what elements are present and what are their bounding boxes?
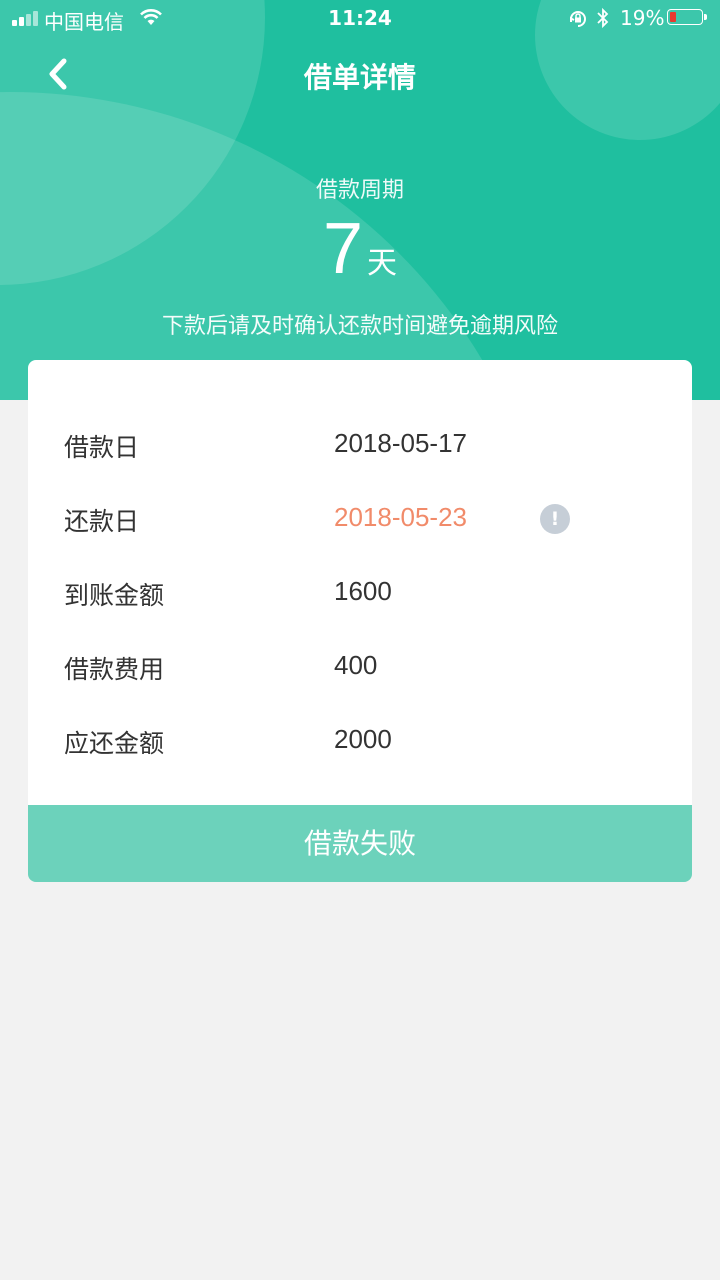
info-icon[interactable]: ! (540, 504, 570, 534)
loan-cycle: 7天 (0, 208, 720, 290)
detail-value: 2000 (334, 724, 392, 754)
rotation-lock-icon (570, 11, 586, 27)
detail-row-amount-due: 应还金额 2000 (64, 724, 672, 764)
header: 中国电信 11:24 19% 借单详情 借款周期 7天 下款后请及时确认还款时间… (0, 0, 720, 400)
detail-label: 应还金额 (64, 729, 165, 758)
detail-value: 2018-05-23 (334, 502, 467, 532)
detail-label: 借款日 (64, 433, 140, 462)
detail-row-received-amount: 到账金额 1600 (64, 576, 672, 616)
detail-label: 到账金额 (64, 581, 165, 610)
detail-row-loan-date: 借款日 2018-05-17 (64, 428, 672, 468)
detail-row-repayment-date: 还款日 2018-05-23 ! (64, 502, 672, 542)
detail-value: 400 (334, 650, 378, 680)
repayment-notice: 下款后请及时确认还款时间避免逾期风险 (161, 314, 558, 339)
battery-icon (667, 9, 707, 25)
detail-value: 2018-05-17 (334, 428, 467, 458)
loan-cycle-unit: 天 (367, 246, 398, 281)
loan-status-button[interactable]: 借款失败 (28, 805, 692, 882)
detail-value: 1600 (334, 576, 392, 606)
loan-cycle-value: 7 (322, 209, 364, 289)
status-bar: 中国电信 11:24 19% (0, 0, 720, 38)
detail-label: 还款日 (64, 507, 140, 536)
battery-percent: 19% (620, 6, 665, 30)
detail-row-loan-fee: 借款费用 400 (64, 650, 672, 690)
detail-label: 借款费用 (64, 655, 165, 684)
clock: 11:24 (328, 6, 392, 30)
loan-detail-card: 借款日 2018-05-17 还款日 2018-05-23 ! 到账金额 160… (28, 360, 692, 805)
battery-level (670, 12, 676, 22)
bluetooth-icon (597, 7, 609, 29)
loan-cycle-label: 借款周期 (315, 178, 404, 203)
page-title: 借单详情 (303, 61, 416, 94)
